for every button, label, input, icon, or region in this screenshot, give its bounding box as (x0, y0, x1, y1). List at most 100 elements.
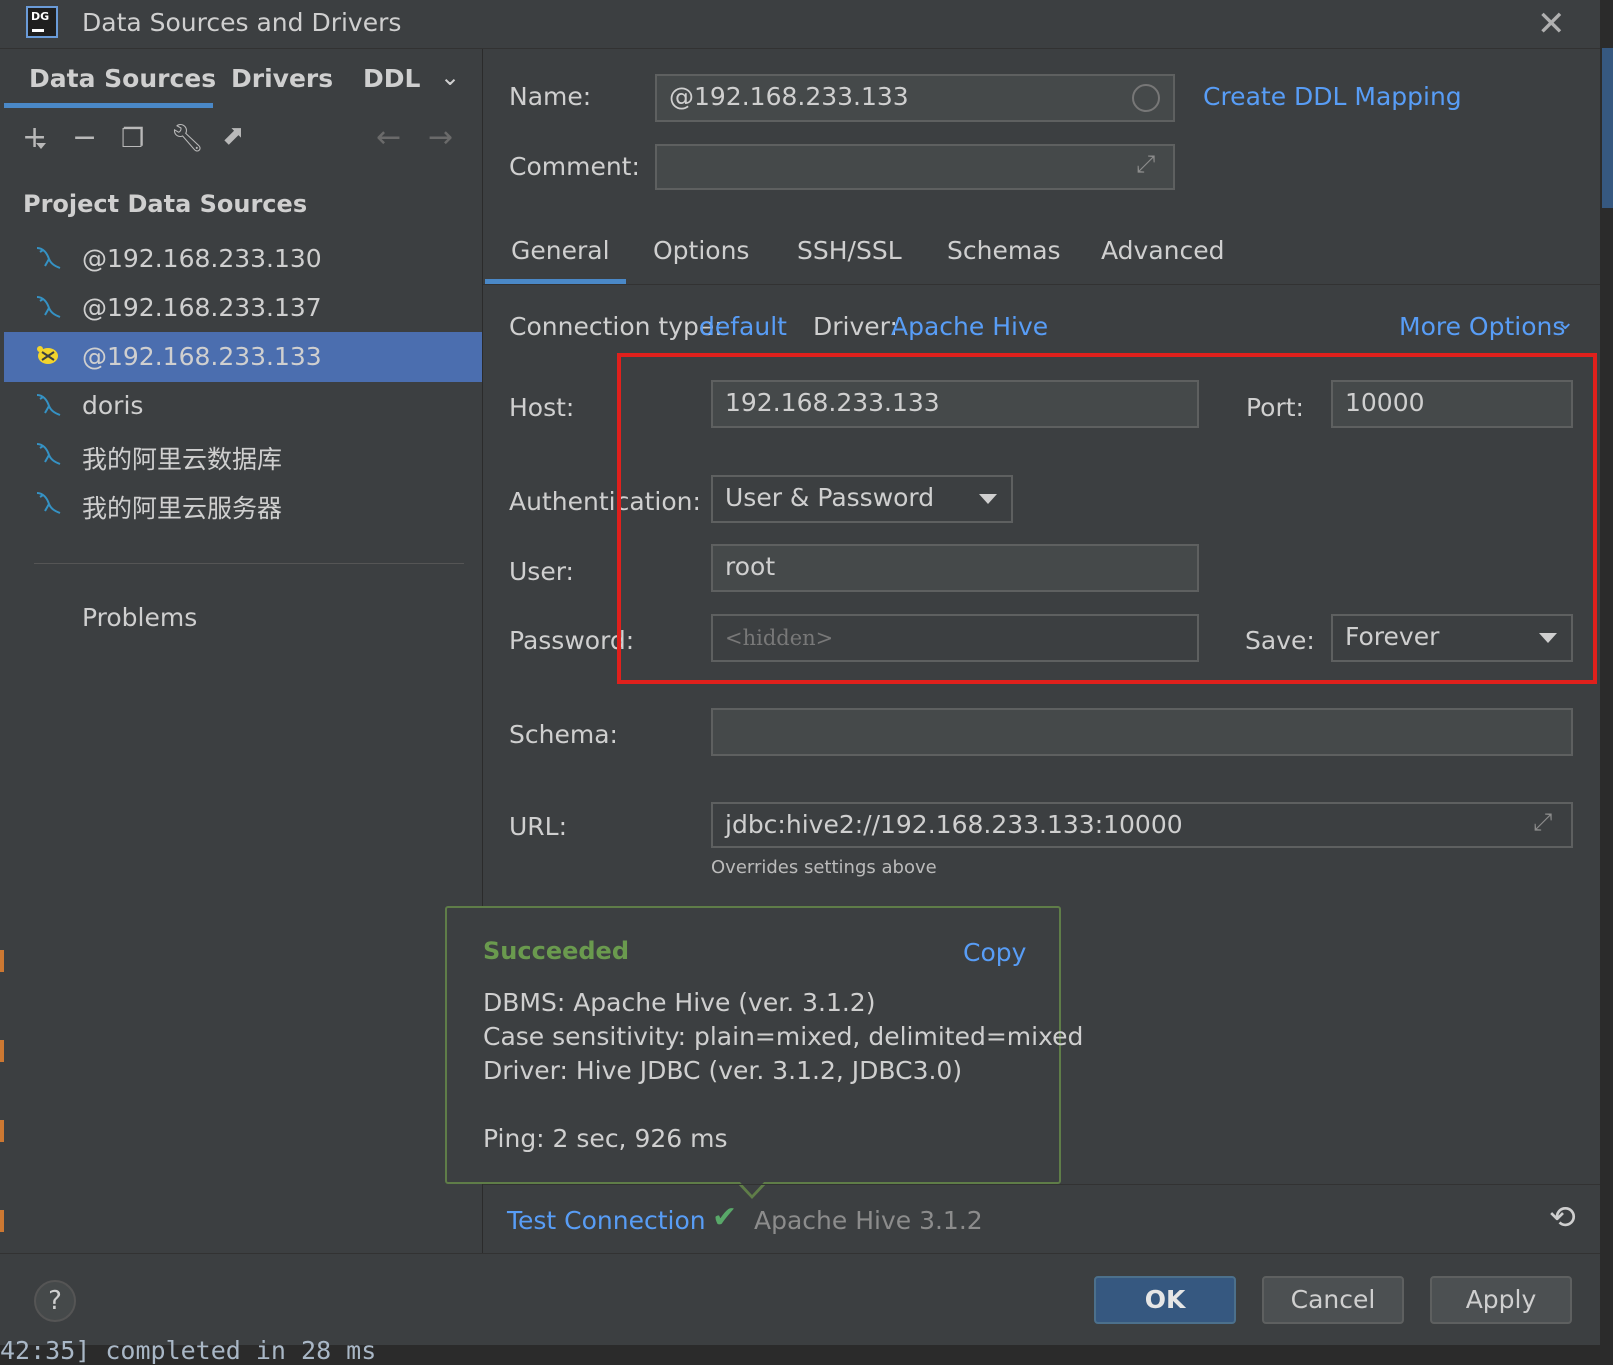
comment-input[interactable] (655, 144, 1175, 190)
popup-case-sensitivity: Case sensitivity: plain=mixed, delimited… (483, 1022, 1084, 1051)
schema-input[interactable] (711, 708, 1573, 756)
driver-link[interactable]: Apache Hive (891, 312, 1048, 341)
mysql-dolphin-icon (36, 296, 61, 318)
gutter-mark (0, 1040, 4, 1062)
datagrip-app-icon: DG (26, 6, 58, 38)
color-circle-icon[interactable] (1132, 84, 1160, 112)
schema-label: Schema: (509, 720, 618, 749)
create-ddl-mapping-link[interactable]: Create DDL Mapping (1203, 82, 1462, 111)
apply-button[interactable]: Apply (1430, 1276, 1572, 1324)
data-source-item[interactable]: doris (4, 381, 482, 431)
tab-schemas[interactable]: Schemas (947, 236, 1061, 265)
tab-drivers[interactable]: Drivers (231, 64, 333, 93)
forward-arrow-icon[interactable]: → (428, 120, 453, 155)
duplicate-icon[interactable]: ❐ (121, 124, 144, 154)
revert-icon[interactable]: ⟲ (1549, 1198, 1576, 1236)
popup-status: Succeeded (483, 937, 630, 965)
project-data-sources-title: Project Data Sources (23, 190, 308, 218)
connection-type-link[interactable]: default (699, 312, 787, 341)
password-placeholder: <hidden> (725, 626, 834, 650)
mysql-dolphin-icon (36, 492, 61, 514)
tab-advanced[interactable]: Advanced (1101, 236, 1225, 265)
open-external-icon[interactable]: ⬈ (222, 120, 245, 151)
chevron-down-icon[interactable]: ⌄ (440, 63, 460, 91)
save-dropdown[interactable]: Forever (1331, 614, 1573, 662)
data-source-label: @192.168.233.137 (82, 293, 322, 322)
data-source-item[interactable]: 我的阿里云服务器 (4, 479, 482, 529)
url-value: jdbc:hive2://192.168.233.133:10000 (725, 810, 1183, 839)
add-dropdown-arrow-icon (36, 143, 46, 149)
user-input[interactable]: root (711, 544, 1199, 592)
tab-data-sources[interactable]: Data Sources (29, 64, 216, 93)
gutter-mark (0, 950, 4, 972)
background-edge-accent (1602, 48, 1613, 208)
tab-underline (485, 279, 626, 284)
wrench-icon[interactable]: 🔧︎ (170, 122, 204, 154)
tab-underline (4, 103, 213, 108)
popup-driver: Driver: Hive JDBC (ver. 3.1.2, JDBC3.0) (483, 1056, 963, 1085)
driver-label: Driver: (813, 312, 898, 341)
expand-icon[interactable]: ⤢ (1136, 150, 1155, 178)
password-label: Password: (509, 626, 635, 655)
name-value: @192.168.233.133 (669, 82, 909, 111)
port-label: Port: (1246, 393, 1304, 422)
popup-dbms: DBMS: Apache Hive (ver. 3.1.2) (483, 988, 876, 1017)
help-button[interactable]: ? (34, 1280, 76, 1322)
data-source-item[interactable]: 我的阿里云数据库 (4, 430, 482, 480)
authentication-dropdown[interactable]: User & Password (711, 475, 1013, 523)
dropdown-arrow-icon (979, 494, 997, 504)
close-icon[interactable]: ✕ (1537, 4, 1566, 44)
host-value: 192.168.233.133 (725, 388, 940, 417)
url-label: URL: (509, 812, 568, 841)
popup-ping: Ping: 2 sec, 926 ms (483, 1124, 728, 1153)
bottom-divider (483, 1184, 1600, 1185)
port-input[interactable]: 10000 (1331, 380, 1573, 428)
authentication-value: User & Password (725, 483, 935, 512)
user-label: User: (509, 557, 574, 586)
port-value: 10000 (1345, 388, 1425, 417)
window-title: Data Sources and Drivers (82, 8, 402, 37)
password-input[interactable]: <hidden> (711, 614, 1199, 662)
name-input[interactable]: @192.168.233.133 (655, 74, 1175, 122)
more-options-link[interactable]: More Options (1399, 312, 1565, 341)
comment-label: Comment: (509, 152, 640, 181)
data-source-label: 我的阿里云服务器 (82, 494, 283, 523)
test-connection-link[interactable]: Test Connection (507, 1206, 706, 1235)
data-source-label: doris (82, 391, 144, 420)
back-arrow-icon[interactable]: ← (376, 120, 401, 155)
app-icon-text: DG (31, 10, 50, 23)
test-result: Apache Hive 3.1.2 (754, 1206, 983, 1235)
problems-item[interactable]: Problems (82, 603, 197, 632)
left-divider (34, 563, 464, 564)
tab-ddl[interactable]: DDL (363, 64, 420, 93)
url-input[interactable]: jdbc:hive2://192.168.233.133:10000 (711, 802, 1573, 848)
gutter-mark (0, 1210, 4, 1232)
data-source-label: @192.168.233.133 (82, 342, 322, 371)
tab-general[interactable]: General (511, 236, 610, 265)
data-source-item[interactable]: @192.168.233.130 (4, 234, 482, 284)
host-label: Host: (509, 393, 575, 422)
mysql-dolphin-icon (36, 394, 61, 416)
cancel-button[interactable]: Cancel (1262, 1276, 1404, 1324)
data-source-item[interactable]: @192.168.233.137 (4, 283, 482, 333)
left-panel (0, 49, 483, 1253)
tab-options[interactable]: Options (653, 236, 749, 265)
remove-icon[interactable]: − (72, 120, 97, 155)
user-value: root (725, 552, 776, 581)
dropdown-arrow-icon (1539, 633, 1557, 643)
ok-button[interactable]: OK (1094, 1276, 1236, 1324)
save-value: Forever (1345, 622, 1440, 651)
connection-type-label: Connection type: (509, 312, 723, 341)
copy-link[interactable]: Copy (963, 938, 1026, 967)
mysql-dolphin-icon (36, 443, 61, 465)
add-icon[interactable]: + (22, 120, 47, 155)
check-icon: ✔ (712, 1200, 738, 1235)
expand-icon[interactable]: ⤢ (1533, 808, 1552, 836)
tab-ssh-ssl[interactable]: SSH/SSL (797, 236, 902, 265)
data-source-item-selected[interactable]: @192.168.233.133 (4, 332, 482, 382)
save-label: Save: (1245, 626, 1315, 655)
chevron-down-icon[interactable]: ⌄ (1556, 310, 1574, 335)
data-source-label: 我的阿里云数据库 (82, 445, 283, 474)
gutter-mark (0, 1120, 4, 1142)
host-input[interactable]: 192.168.233.133 (711, 380, 1199, 428)
